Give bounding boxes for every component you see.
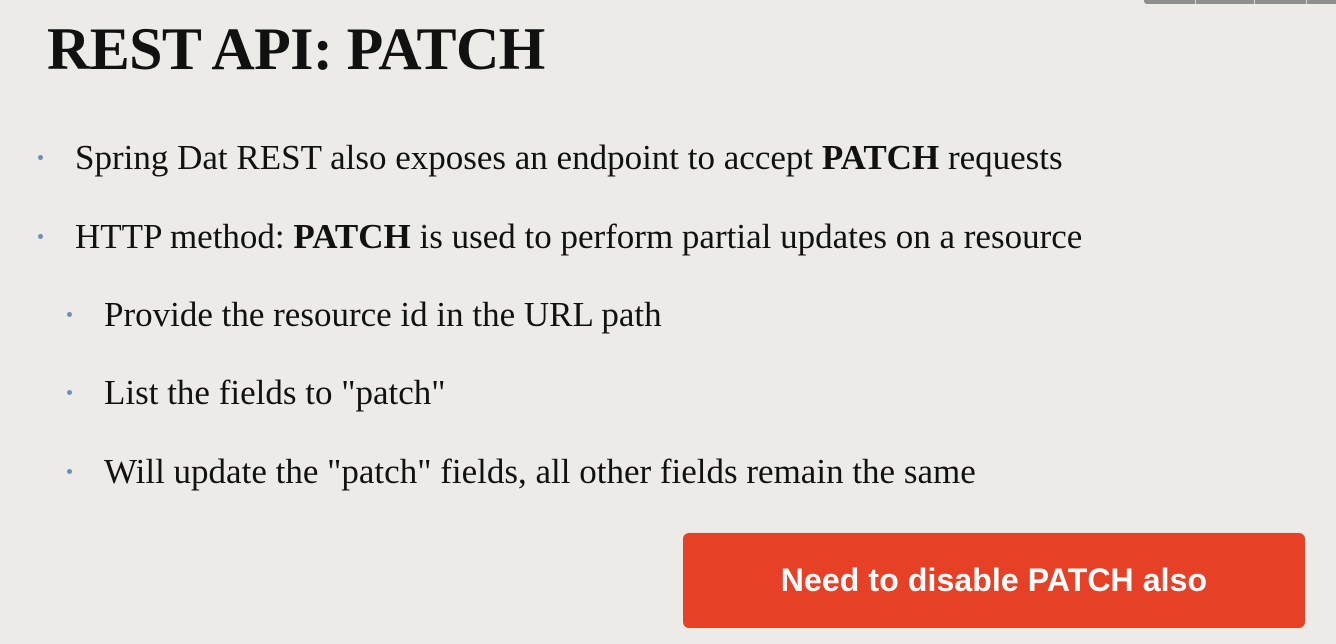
bullet-text: HTTP method: PATCH is used to perform pa…	[75, 217, 1083, 256]
sub-bullet-list-fields: List the fields to "patch"	[67, 375, 446, 410]
bullet-text: Spring Dat REST also exposes an endpoint…	[75, 138, 1063, 177]
bullet-text: List the fields to "patch"	[104, 373, 446, 412]
bullet-dot-icon	[67, 469, 72, 474]
slide-title: REST API: PATCH	[47, 16, 545, 82]
sub-bullet-update-fields: Will update the "patch" fields, all othe…	[67, 454, 976, 489]
bullet-dot-icon	[38, 155, 43, 160]
bullet-keyword: PATCH	[293, 217, 411, 256]
bullet-keyword: PATCH	[821, 138, 940, 177]
bullet-item-http-method: HTTP method: PATCH is used to perform pa…	[38, 219, 1082, 254]
window-corner-strip	[1144, 0, 1336, 4]
bullet-text: Will update the "patch" fields, all othe…	[104, 452, 976, 491]
bullet-dot-icon	[67, 390, 72, 395]
callout-text: Need to disable PATCH also	[780, 562, 1208, 598]
bullet-item-patch-endpoint: Spring Dat REST also exposes an endpoint…	[38, 140, 1063, 175]
sub-bullet-resource-id: Provide the resource id in the URL path	[67, 297, 662, 332]
bullet-dot-icon	[67, 312, 72, 317]
callout-banner: Need to disable PATCH also	[683, 533, 1305, 628]
bullet-text: Provide the resource id in the URL path	[104, 295, 662, 334]
bullet-dot-icon	[38, 234, 43, 239]
